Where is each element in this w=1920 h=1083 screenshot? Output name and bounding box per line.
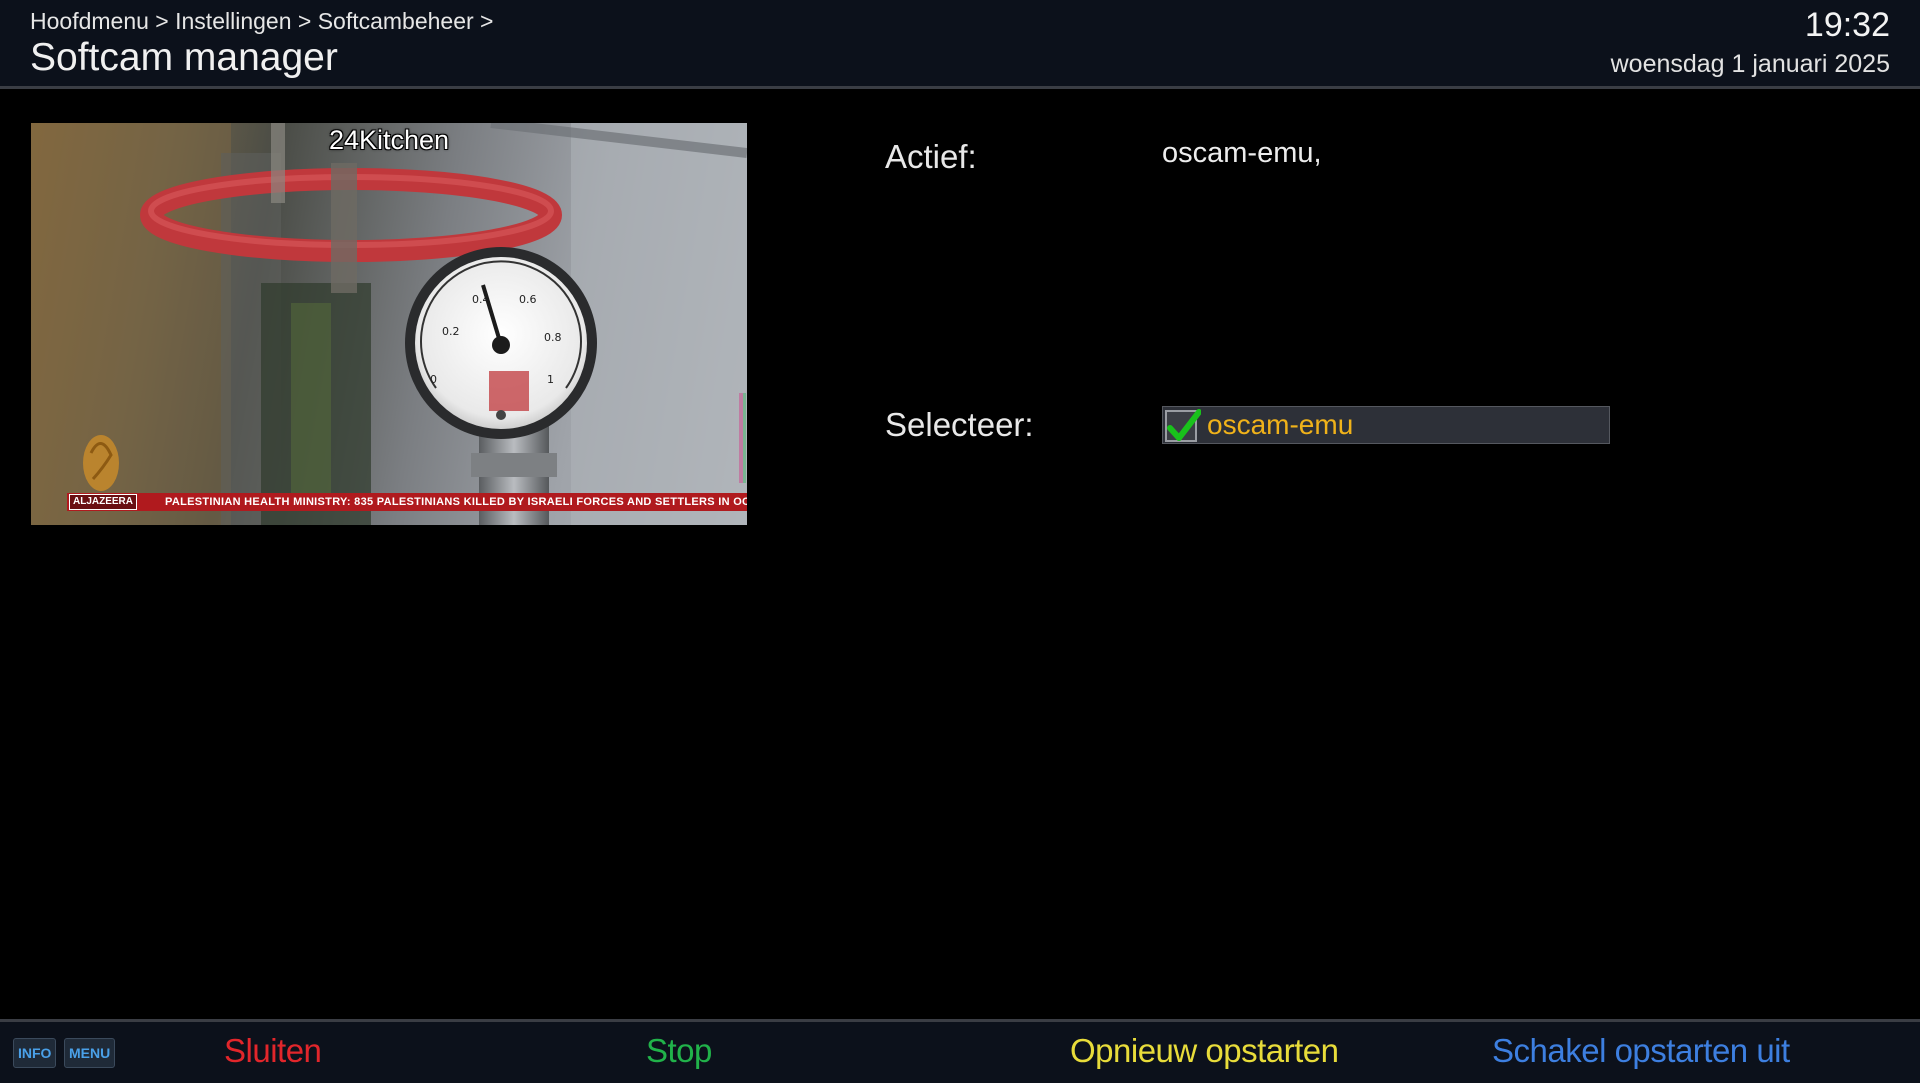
stop-button[interactable]: Stop: [646, 1032, 712, 1070]
aljazeera-logo-icon: [83, 435, 119, 491]
info-key-button[interactable]: INFO: [13, 1038, 57, 1068]
close-button[interactable]: Sluiten: [224, 1032, 322, 1070]
svg-text:0.6: 0.6: [519, 293, 537, 306]
news-ticker: ALJAZEERA PALESTINIAN HEALTH MINISTRY: 8…: [67, 493, 747, 511]
checkmark-icon: [1167, 409, 1201, 441]
clock: 19:32: [1804, 6, 1890, 44]
restart-button[interactable]: Opnieuw opstarten: [1070, 1032, 1339, 1070]
svg-text:0: 0: [430, 373, 437, 386]
active-label: Actief:: [885, 138, 977, 175]
menu-key-button[interactable]: MENU: [64, 1038, 116, 1068]
breadcrumb: Hoofdmenu > Instellingen > Softcambeheer…: [30, 8, 494, 34]
softcam-select-value: oscam-emu: [1207, 409, 1354, 440]
tv-preview-image: 0 0.2 0.4 0.6 0.8 1: [31, 123, 747, 525]
svg-text:0.2: 0.2: [442, 325, 460, 338]
channel-name: 24Kitchen: [328, 125, 450, 155]
softcam-select[interactable]: oscam-emu: [1162, 406, 1610, 444]
softcam-checkbox[interactable]: [1165, 409, 1201, 442]
active-value: oscam-emu,: [1162, 137, 1322, 169]
ticker-brand: ALJAZEERA: [69, 494, 138, 510]
tv-preview: 0 0.2 0.4 0.6 0.8 1 24Kitchen ALJAZEERA …: [31, 123, 747, 525]
footer-bar: INFO MENU Sluiten Stop Opnieuw opstarten…: [0, 1019, 1920, 1083]
ticker-text: PALESTINIAN HEALTH MINISTRY: 835 PALESTI…: [165, 496, 747, 508]
page-title: Softcam manager: [30, 36, 338, 79]
svg-text:1: 1: [547, 373, 554, 386]
header-bar: Hoofdmenu > Instellingen > Softcambeheer…: [0, 0, 1920, 89]
date: woensdag 1 januari 2025: [1610, 50, 1890, 78]
disable-autostart-button[interactable]: Schakel opstarten uit: [1492, 1032, 1790, 1070]
svg-text:0.8: 0.8: [544, 331, 562, 344]
select-label: Selecteer:: [885, 406, 1034, 443]
